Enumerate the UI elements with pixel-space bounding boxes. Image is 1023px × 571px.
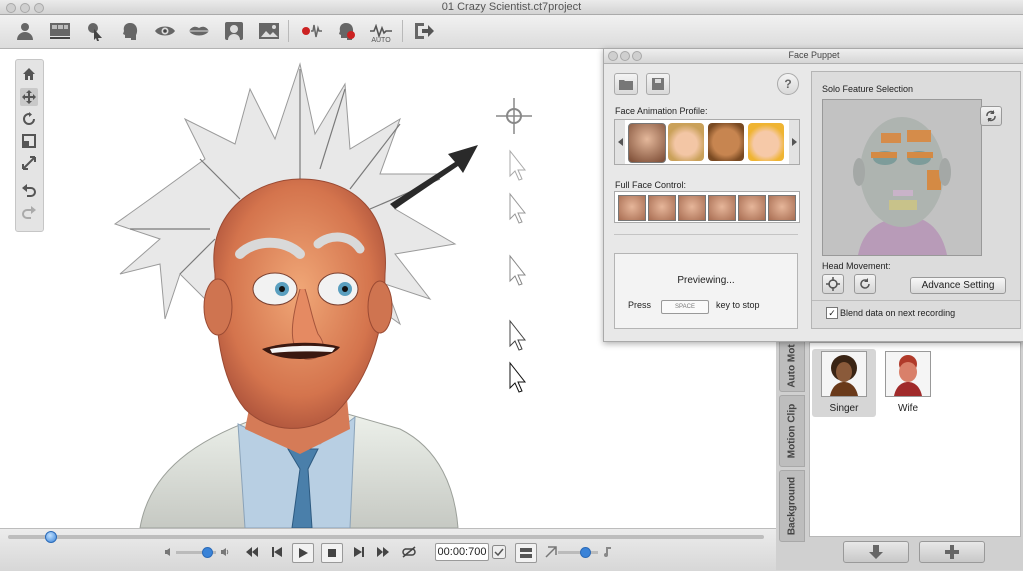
- music-note-icon: [598, 544, 616, 560]
- profile-label: Face Animation Profile:: [615, 106, 708, 116]
- advance-setting-button[interactable]: Advance Setting: [910, 277, 1006, 294]
- divider: [614, 234, 798, 235]
- solo-feature-panel: Solo Feature Selection Head Movement: Ad…: [811, 71, 1021, 329]
- time-display[interactable]: 00:00:700: [435, 543, 489, 561]
- character-list: Singer Wife: [809, 342, 1021, 537]
- undo-icon[interactable]: [20, 182, 38, 200]
- refresh-icon[interactable]: [980, 106, 1002, 126]
- face-expression-6[interactable]: [768, 195, 796, 221]
- rotate-icon[interactable]: [20, 110, 38, 128]
- rewind-icon[interactable]: [243, 544, 261, 560]
- timeline-track[interactable]: [8, 535, 764, 539]
- tab-background[interactable]: Background: [779, 470, 805, 542]
- export-icon[interactable]: [411, 19, 437, 43]
- scene-icon[interactable]: [47, 19, 73, 43]
- solo-feature-label: Solo Feature Selection: [822, 84, 914, 94]
- help-button[interactable]: ?: [777, 73, 799, 95]
- step-forward-icon[interactable]: [350, 544, 368, 560]
- head-rotate-icon[interactable]: [854, 274, 876, 294]
- toolbar-separator: [402, 20, 403, 42]
- divider: [812, 300, 1020, 301]
- stop-button[interactable]: [321, 543, 343, 563]
- scale-icon[interactable]: [20, 132, 38, 150]
- image-icon[interactable]: [256, 19, 282, 43]
- tab-auto-motion[interactable]: Auto Mot: [779, 340, 805, 392]
- window-title: 01 Crazy Scientist.ct7project: [441, 1, 582, 13]
- face-expression-5[interactable]: [738, 195, 766, 221]
- side-tab-strip: Auto Mot Motion Clip Background: [779, 340, 805, 542]
- face-expression-3[interactable]: [678, 195, 706, 221]
- add-button[interactable]: [919, 541, 985, 563]
- download-button[interactable]: [843, 541, 909, 563]
- character-item[interactable]: Singer: [812, 349, 876, 417]
- home-icon[interactable]: [20, 65, 38, 83]
- face-expression-1[interactable]: [618, 195, 646, 221]
- time-unit-icon[interactable]: [490, 544, 508, 560]
- stop-text: key to stop: [716, 300, 760, 310]
- voice-record-icon[interactable]: [299, 19, 325, 43]
- timeline-scrubber[interactable]: [44, 531, 57, 543]
- character-name: Singer: [829, 403, 859, 414]
- view-tools-strip: [15, 59, 44, 232]
- preview-status-box: Previewing... Press SPACE key to stop: [614, 253, 798, 329]
- face-profile-strip: [614, 119, 800, 165]
- open-folder-icon[interactable]: [614, 73, 638, 95]
- head-movement-label: Head Movement:: [822, 261, 891, 271]
- head-move-icon[interactable]: [822, 274, 844, 294]
- previewing-text: Previewing...: [677, 275, 735, 286]
- window-title-bar: 01 Crazy Scientist.ct7project: [0, 0, 1023, 15]
- character-item[interactable]: Wife: [876, 349, 940, 417]
- solo-feature-face-image[interactable]: [822, 99, 982, 256]
- face-puppet-title: Face Puppet: [788, 50, 840, 60]
- character-thumbnail: [821, 351, 867, 397]
- speed-knob[interactable]: [580, 547, 591, 558]
- character-thumbnail: [885, 351, 931, 397]
- pointer-puppet-icon[interactable]: [82, 19, 108, 43]
- face-puppet-title-bar: Face Puppet: [604, 49, 1023, 64]
- profile-male[interactable]: [628, 123, 666, 163]
- head-icon[interactable]: [117, 19, 143, 43]
- blend-data-label: Blend data on next recording: [840, 308, 956, 318]
- speed-slider[interactable]: [558, 551, 598, 554]
- save-icon[interactable]: [646, 73, 670, 95]
- profile-female[interactable]: [668, 123, 704, 161]
- space-key: SPACE: [661, 300, 709, 314]
- auto-lipsync-icon[interactable]: AUTO: [368, 19, 394, 44]
- main-toolbar: AUTO: [0, 15, 1023, 49]
- move-icon[interactable]: [20, 88, 38, 106]
- face-expression-2[interactable]: [648, 195, 676, 221]
- loop-off-icon[interactable]: [400, 544, 418, 560]
- volume-high-icon: [216, 544, 234, 560]
- actor-icon[interactable]: [12, 19, 38, 43]
- scroll-left-icon[interactable]: [615, 120, 625, 164]
- profile-cartoon-boy[interactable]: [708, 123, 744, 161]
- step-back-icon[interactable]: [268, 544, 286, 560]
- fast-forward-icon[interactable]: [374, 544, 392, 560]
- fit-icon[interactable]: [20, 154, 38, 172]
- play-button[interactable]: [292, 543, 314, 563]
- volume-knob[interactable]: [202, 547, 213, 558]
- face-record-icon[interactable]: [334, 19, 360, 43]
- full-face-label: Full Face Control:: [615, 180, 687, 190]
- lips-icon[interactable]: [186, 19, 212, 43]
- playback-bar: 00:00:700: [0, 528, 776, 571]
- timeline-toggle-icon[interactable]: [515, 543, 537, 563]
- eye-icon[interactable]: [152, 19, 178, 43]
- character-name: Wife: [898, 403, 918, 414]
- full-face-control-strip: [614, 191, 800, 223]
- auto-label: AUTO: [371, 37, 391, 44]
- face-puppet-window: Face Puppet ? Face Animation Profile: Fu…: [603, 48, 1023, 342]
- tab-motion-clip[interactable]: Motion Clip: [779, 395, 805, 467]
- face-expression-4[interactable]: [708, 195, 736, 221]
- scroll-right-icon[interactable]: [789, 120, 799, 164]
- profile-cartoon-girl[interactable]: [748, 123, 784, 161]
- blend-data-checkbox[interactable]: ✓: [826, 307, 838, 319]
- press-text: Press: [628, 300, 652, 310]
- portrait-icon[interactable]: [221, 19, 247, 43]
- redo-icon[interactable]: [20, 204, 38, 222]
- toolbar-separator: [288, 20, 289, 42]
